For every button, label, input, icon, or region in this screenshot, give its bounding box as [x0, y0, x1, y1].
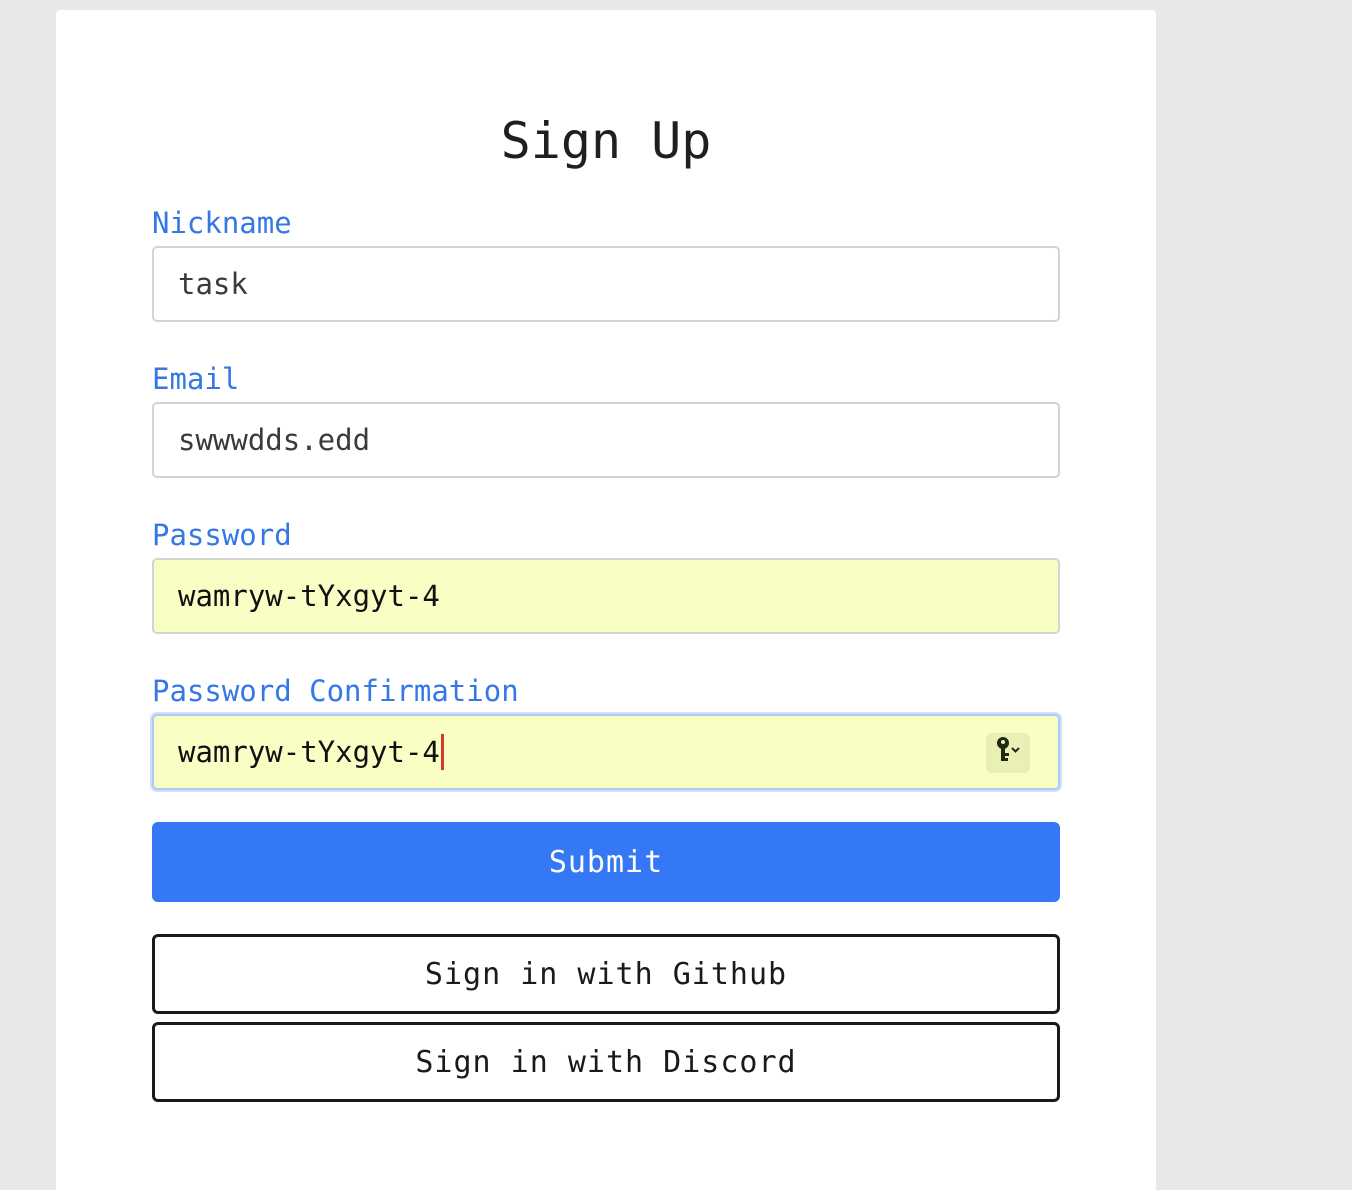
password-confirmation-value: wamryw-tYxgyt-4	[178, 735, 440, 769]
password-value: wamryw-tYxgyt-4	[178, 579, 440, 613]
github-signin-button[interactable]: Sign in with Github	[152, 934, 1060, 1014]
password-confirmation-field[interactable]: wamryw-tYxgyt-4	[152, 714, 1060, 790]
nickname-value: task	[178, 267, 248, 301]
email-value: swwwdds.edd	[178, 423, 371, 457]
discord-signin-button[interactable]: Sign in with Discord	[152, 1022, 1060, 1102]
nickname-label: Nickname	[152, 206, 292, 240]
key-icon	[993, 735, 1023, 772]
submit-button[interactable]: Submit	[152, 822, 1060, 902]
password-field[interactable]: wamryw-tYxgyt-4	[152, 558, 1060, 634]
signup-card: Sign Up Nickname task Email swwwdds.edd …	[56, 10, 1156, 1190]
text-caret	[440, 734, 444, 770]
email-label: Email	[152, 362, 240, 396]
password-confirmation-label: Password Confirmation	[152, 674, 519, 708]
password-label: Password	[152, 518, 292, 552]
password-manager-button[interactable]	[986, 733, 1030, 773]
page-title: Sign Up	[500, 112, 712, 170]
nickname-field[interactable]: task	[152, 246, 1060, 322]
email-field[interactable]: swwwdds.edd	[152, 402, 1060, 478]
